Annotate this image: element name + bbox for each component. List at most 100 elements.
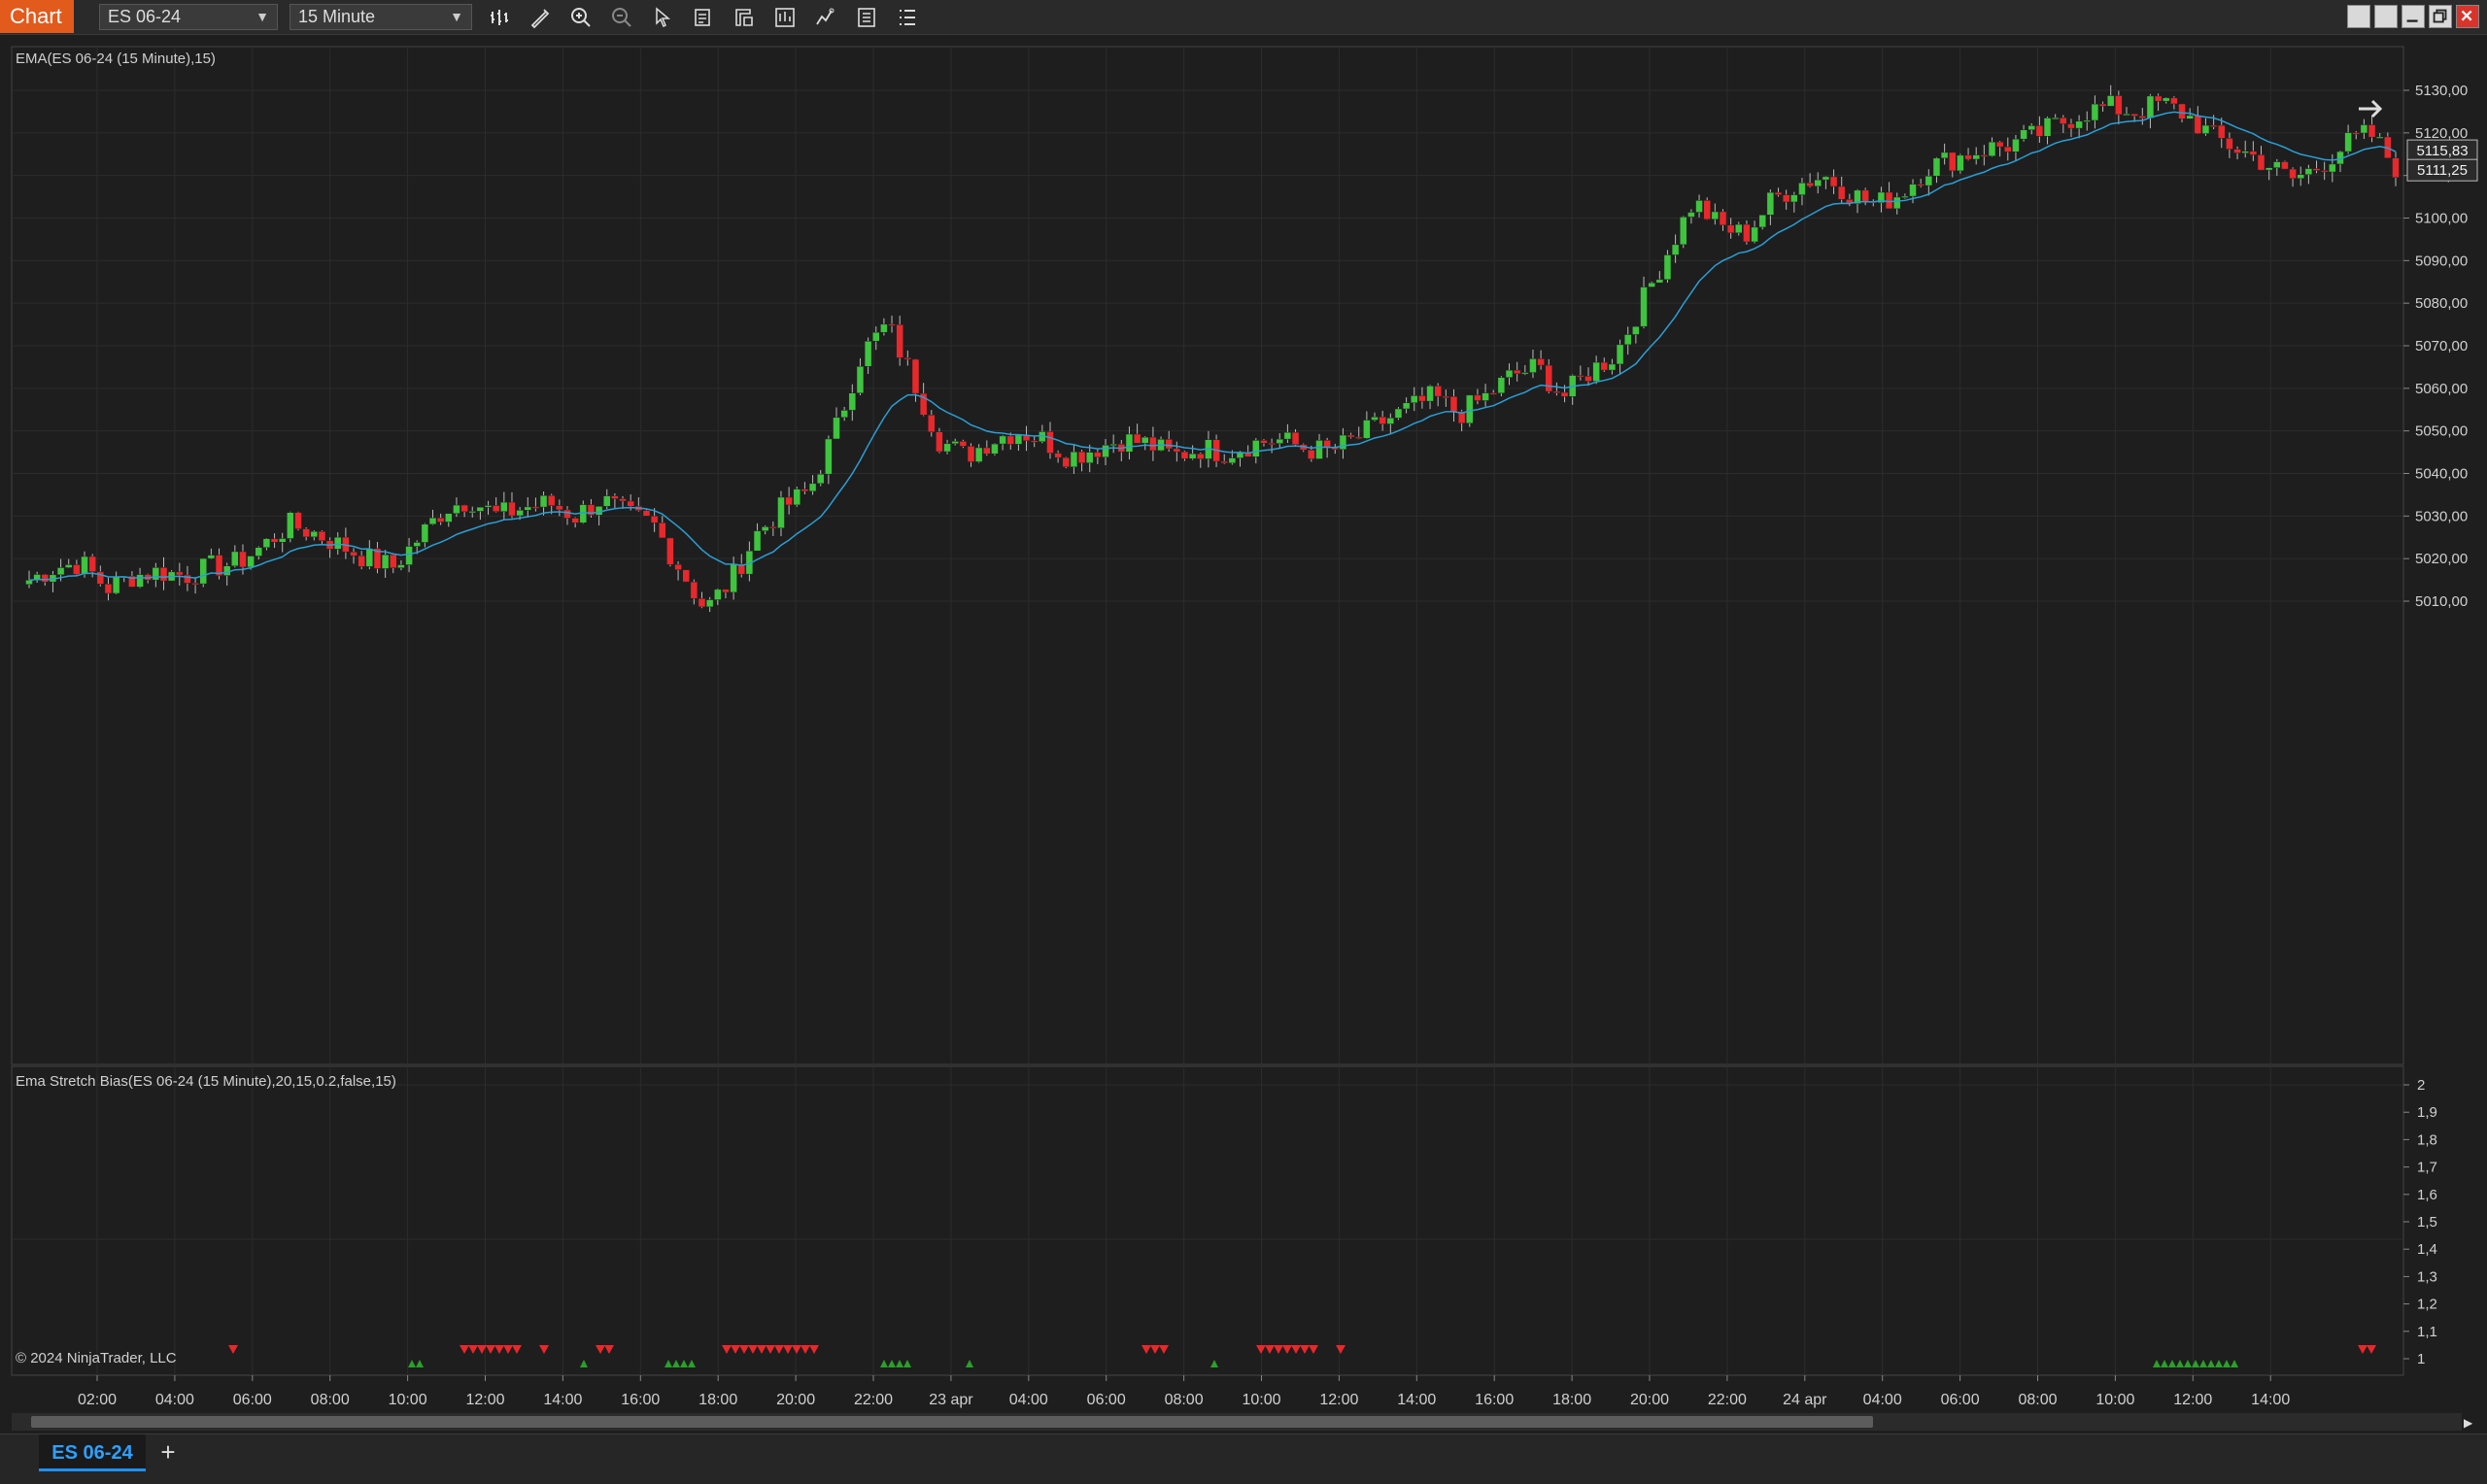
candle (413, 542, 421, 547)
candle (1592, 361, 1600, 382)
candle (705, 599, 714, 608)
candle (1632, 325, 1640, 335)
templates-icon[interactable] (769, 4, 801, 31)
candle (682, 569, 690, 583)
candle (983, 447, 991, 455)
candle (1220, 460, 1228, 463)
candle (287, 512, 294, 539)
chart-trader-icon[interactable] (851, 4, 882, 31)
candle (405, 546, 413, 565)
candle (547, 494, 556, 506)
candle (539, 494, 548, 508)
time-tick-label: 10:00 (1242, 1392, 1280, 1408)
candle (2051, 118, 2060, 120)
candle (2146, 95, 2155, 118)
candle (1188, 453, 1197, 459)
candle (666, 537, 674, 565)
time-tick-label: 04:00 (155, 1392, 194, 1408)
properties-icon[interactable] (729, 4, 760, 31)
time-tick-label: 16:00 (1475, 1392, 1514, 1408)
candle (381, 554, 390, 569)
tab-bar (0, 1433, 2487, 1484)
candle (56, 567, 65, 576)
price-tick-label: 5130,00 (2415, 83, 2468, 99)
candle (2226, 138, 2233, 150)
scroll-right-icon[interactable]: ▶ (2464, 1416, 2472, 1430)
data-box-icon[interactable] (688, 4, 719, 31)
candle (1030, 440, 1039, 443)
candle (619, 498, 627, 502)
interval-value: 15 Minute (298, 7, 376, 26)
candle (1521, 372, 1529, 375)
candle (1180, 451, 1189, 459)
candle (421, 523, 429, 543)
candle (801, 489, 809, 492)
bar-type-icon[interactable] (484, 4, 515, 31)
candle (64, 564, 73, 568)
candle (270, 538, 279, 543)
pointer-icon[interactable] (647, 4, 678, 31)
instrument-selector[interactable]: ES 06-24 ▼ (99, 4, 278, 30)
interval-selector[interactable]: 15 Minute ▼ (290, 4, 472, 30)
candle (104, 584, 113, 594)
candle (2289, 168, 2297, 180)
minimize-button[interactable] (2402, 5, 2425, 28)
arrow-right-icon[interactable] (2351, 89, 2390, 128)
candle (840, 410, 848, 419)
candle (1489, 392, 1497, 395)
add-tab-button[interactable]: + (153, 1437, 183, 1467)
tab-es-06-24[interactable]: ES 06-24 (39, 1434, 146, 1471)
zoom-in-icon[interactable] (565, 4, 596, 31)
candle (1165, 439, 1173, 450)
indicators-icon[interactable] (892, 4, 923, 31)
candle (1909, 184, 1917, 197)
candle (73, 564, 81, 575)
candle (2130, 114, 2138, 117)
time-tick-label: 20:00 (776, 1392, 815, 1408)
candle (1861, 189, 1869, 202)
candle (864, 341, 872, 367)
candle (1837, 186, 1846, 200)
candle (2020, 129, 2027, 140)
scrollbar-thumb[interactable] (31, 1416, 1873, 1428)
last-price-label: 5115,83 (2416, 143, 2468, 159)
candle (2241, 151, 2249, 153)
candle (1149, 436, 1157, 452)
horizontal-scrollbar[interactable] (12, 1413, 2462, 1431)
time-tick-label: 04:00 (1009, 1392, 1048, 1408)
draw-tool-icon[interactable] (525, 4, 556, 31)
candle (2352, 132, 2361, 135)
candle (1482, 392, 1489, 401)
zoom-out-icon[interactable] (606, 4, 637, 31)
candle (1980, 154, 1989, 157)
close-button[interactable] (2456, 5, 2479, 28)
candle (1529, 358, 1537, 373)
maximize-button[interactable] (2429, 5, 2452, 28)
candle (880, 323, 888, 333)
strategies-icon[interactable] (810, 4, 841, 31)
candle (556, 505, 563, 511)
candle (2218, 124, 2226, 139)
tile-window-button[interactable] (2374, 5, 2398, 28)
candle (690, 581, 698, 599)
candle (650, 516, 659, 523)
candle (1505, 369, 1514, 378)
chart-area[interactable]: 5130,005120,005110,005100,005090,005080,… (0, 35, 2487, 1441)
window-title[interactable]: Chart (0, 0, 74, 33)
indicator-tick-label: 1,8 (2417, 1131, 2437, 1148)
chart-canvas[interactable]: 5130,005120,005110,005100,005090,005080,… (0, 35, 2487, 1441)
candle (2329, 163, 2336, 173)
candle (2154, 95, 2163, 102)
candle (1474, 394, 1482, 401)
indicator-tick-label: 1 (2417, 1351, 2425, 1367)
candle (1901, 195, 1909, 198)
float-window-button[interactable] (2347, 5, 2370, 28)
candle (1758, 215, 1766, 228)
candle (2106, 95, 2115, 107)
time-tick-label: 12:00 (465, 1392, 504, 1408)
candle (2312, 168, 2321, 171)
candle (2060, 118, 2067, 124)
candle (1006, 435, 1014, 445)
candle (1497, 377, 1506, 394)
candle (627, 500, 634, 507)
